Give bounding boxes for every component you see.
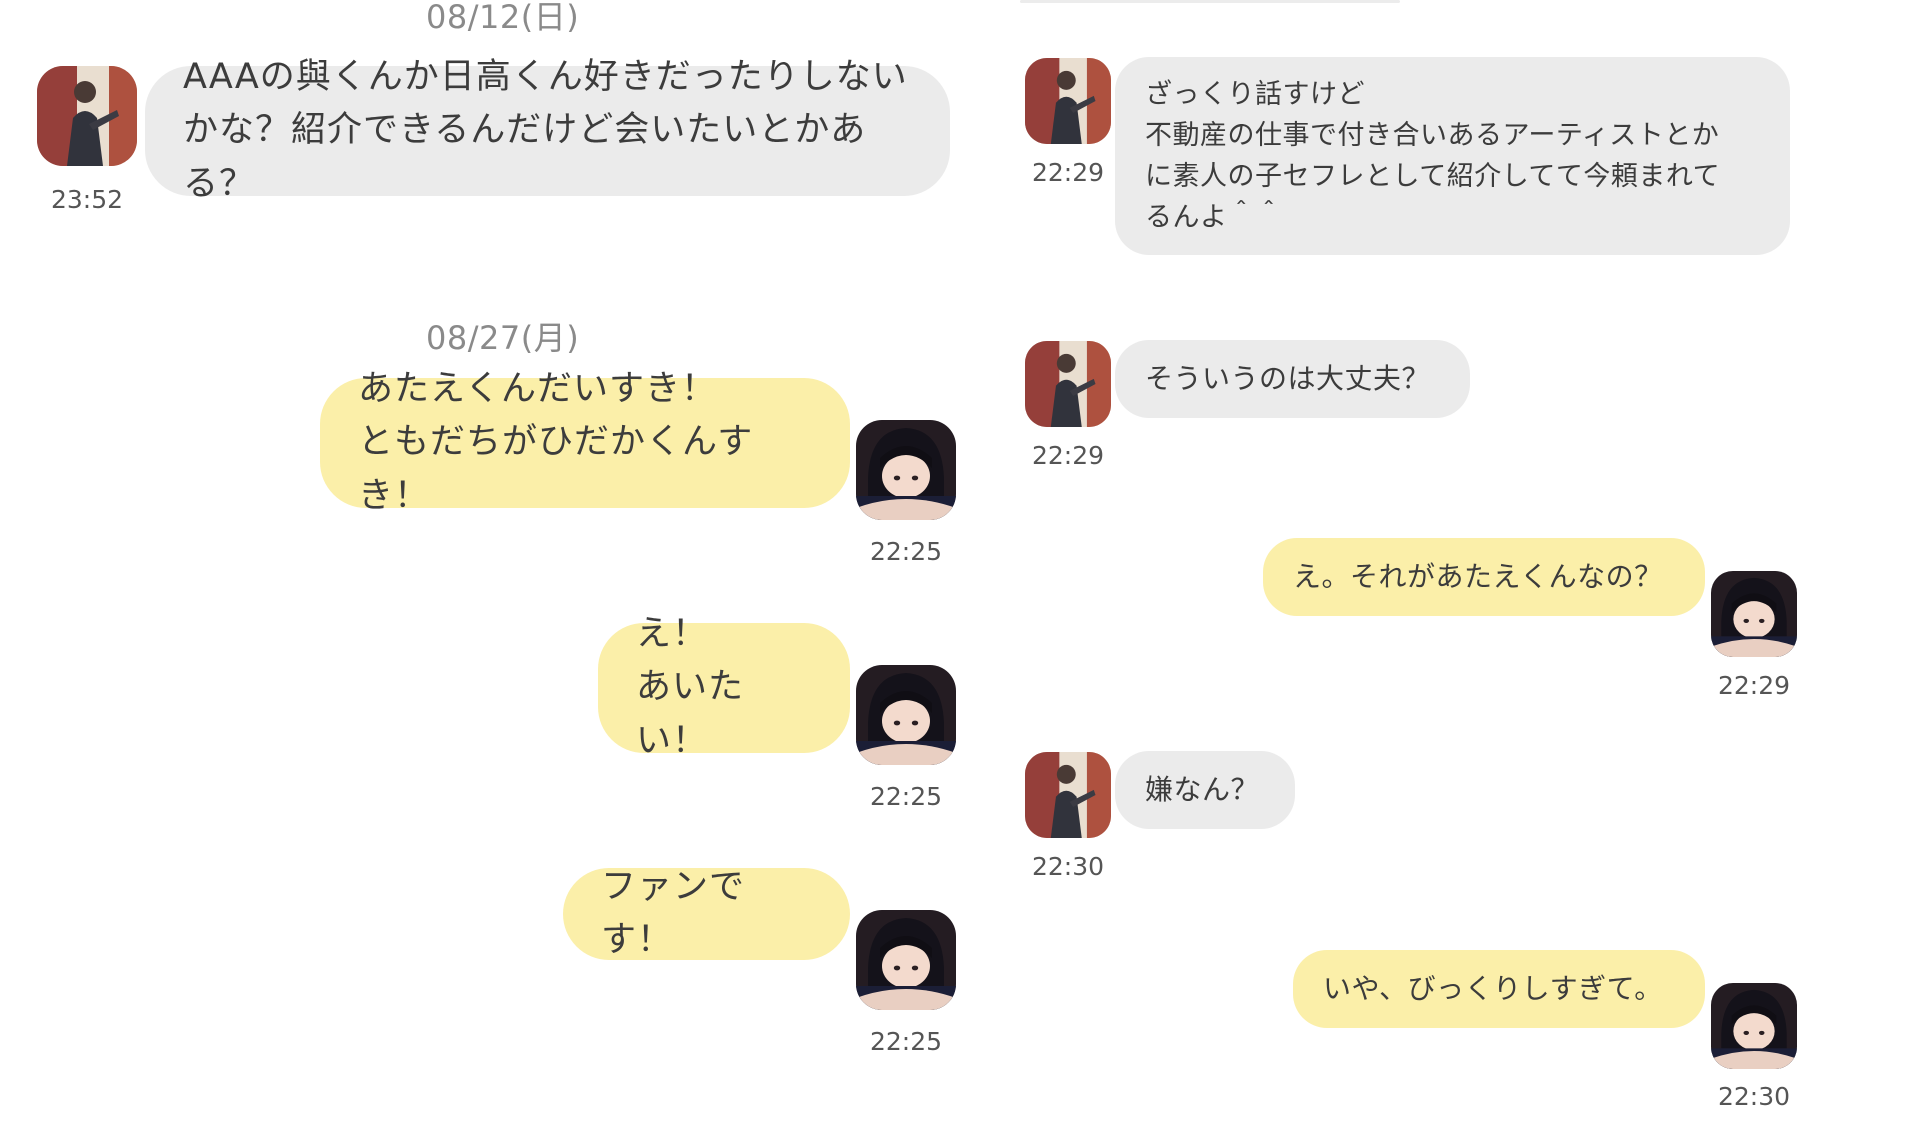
message-text: いや、びっくりしすぎて。 [1323,971,1663,1005]
male-photo-icon [1025,58,1111,144]
female-avatar[interactable] [856,665,956,765]
male-avatar[interactable] [37,66,137,166]
message-time: 22:29 [1031,158,1105,187]
message-time: 22:30 [1031,852,1105,881]
female-photo-icon [856,420,956,520]
message-text: 嫌なん？ [1145,772,1260,806]
message-time: 22:29 [1031,441,1105,470]
cropped-divider [1020,0,1400,3]
message-time: 22:25 [869,537,943,566]
male-photo-icon [37,66,137,166]
male-avatar[interactable] [1025,752,1111,838]
message-text: ファンです！ [601,866,746,960]
female-avatar[interactable] [856,910,956,1010]
female-avatar[interactable] [856,420,956,520]
female-avatar[interactable] [1711,983,1797,1069]
message-bubble-sent: ファンです！ [563,867,850,960]
message-bubble-sent: いや、びっくりしすぎて。 [1293,950,1705,1028]
message-bubble-sent: え。それがあたえくんなの？ [1263,538,1705,616]
male-photo-icon [1025,752,1111,838]
female-avatar[interactable] [1711,571,1797,657]
message-time: 23:52 [50,185,124,214]
chat-screenshot: { "left_column": { "date_first": "08/12(… [0,0,1917,1126]
message-bubble-received: ざっくり話すけど 不動産の仕事で付き合いあるアーティストとか に素人の子セフレと… [1115,57,1790,255]
male-avatar[interactable] [1025,341,1111,427]
message-text: そういうのは大丈夫？ [1145,361,1431,395]
male-avatar[interactable] [1025,58,1111,144]
female-photo-icon [856,910,956,1010]
message-time: 22:30 [1717,1082,1791,1111]
message-bubble-sent: あたえくんだいすき！ ともだちがひだかくんすき！ [320,369,850,516]
message-time: 22:29 [1717,671,1791,700]
date-separator-0827: 08/27(月) [426,319,580,357]
message-bubble-received: そういうのは大丈夫？ [1115,340,1470,418]
message-time: 22:25 [869,1027,943,1056]
male-photo-icon [1025,341,1111,427]
female-photo-icon [1711,571,1797,657]
message-bubble-received: 嫌なん？ [1115,751,1295,829]
message-text: え。それがあたえくんなの？ [1293,559,1663,593]
message-text: え！ あいたい！ [636,614,745,761]
message-text: AAAの與くんか日高くん好きだったりしない かな？紹介できるんだけど会いたいとか… [183,57,908,204]
message-text: あたえくんだいすき！ ともだちがひだかくんすき！ [358,369,754,516]
date-separator-0812: 08/12(日) [426,0,580,36]
message-time: 22:25 [869,782,943,811]
female-photo-icon [856,665,956,765]
message-bubble-sent: え！ あいたい！ [598,614,850,761]
message-text: ざっくり話すけど 不動産の仕事で付き合いあるアーティストとか に素人の子セフレと… [1145,78,1721,234]
female-photo-icon [1711,983,1797,1069]
message-bubble-received: AAAの與くんか日高くん好きだったりしない かな？紹介できるんだけど会いたいとか… [145,57,950,204]
